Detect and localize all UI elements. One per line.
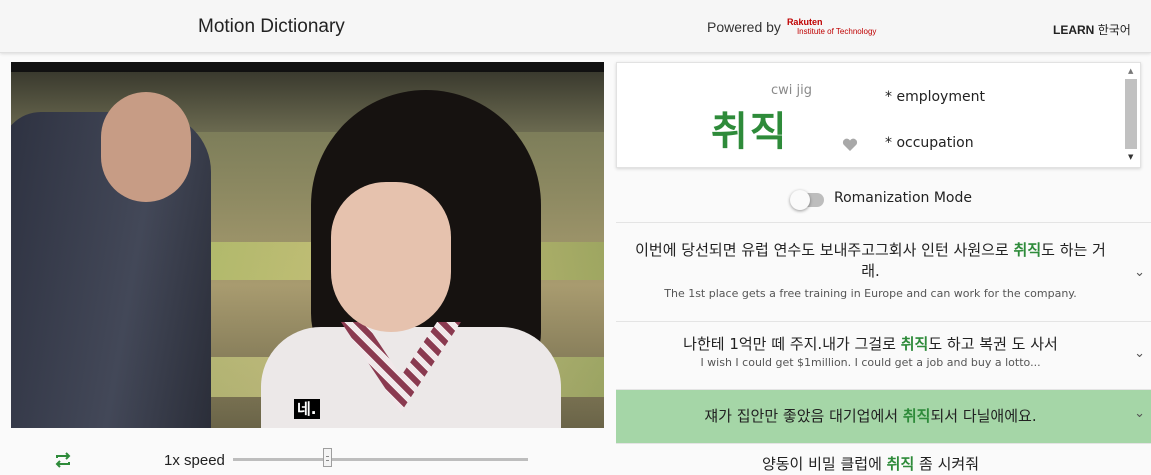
sentence-item[interactable]: 이번에 당선되면 유럽 연수도 보내주고그회사 인턴 사원으로 취직도 하는 거… <box>616 222 1151 321</box>
sentence-english: I wish I could get $1million. I could ge… <box>700 356 1041 369</box>
sentence-item[interactable]: 나한테 1억만 떼 주지.내가 그걸로 취직도 하고 복권 도 사서 I wis… <box>616 321 1151 389</box>
highlighted-word: 취직 <box>902 407 931 425</box>
app-title[interactable]: Motion Dictionary <box>198 16 345 38</box>
sentence-korean: 나한테 1억만 떼 주지.내가 그걸로 취직도 하고 복권 도 사서 <box>683 335 1058 353</box>
scroll-up-arrow-icon[interactable]: ▲ <box>1128 67 1133 75</box>
expand-chevron-icon[interactable]: ⌄ <box>1134 346 1145 361</box>
sentence-korean: 이번에 당선되면 유럽 연수도 보내주고그회사 인턴 사원으로 취직도 하는 거… <box>635 241 1106 280</box>
word-romanization: cwi jig <box>771 83 812 98</box>
card-scrollbar[interactable]: ▲ ▼ <box>1124 67 1138 165</box>
speed-label: 1x speed <box>164 452 225 469</box>
sentence-item-active[interactable]: 쟤가 집안만 좋았음 대기업에서 취직되서 다닐애에요. ⌄ <box>616 389 1151 443</box>
word-card: cwi jig 취직 * employment * occupation ▲ ▼ <box>616 62 1141 168</box>
video-player[interactable]: 네. <box>11 62 604 428</box>
toggle-knob[interactable] <box>790 190 810 210</box>
scroll-down-arrow-icon[interactable]: ▼ <box>1128 153 1133 161</box>
rakuten-logo-name: Rakuten <box>786 17 823 27</box>
powered-by-label: Powered by <box>707 19 781 35</box>
learn-language-link[interactable]: LEARN 한국어 <box>1053 21 1131 38</box>
word-hangul: 취직 <box>711 109 789 155</box>
scrollbar-thumb[interactable] <box>1125 79 1137 149</box>
sentence-item[interactable]: 양동이 비밀 클럽에 취직 좀 시켜줘 <box>616 443 1151 474</box>
expand-chevron-icon[interactable]: ⌄ <box>1134 406 1145 421</box>
highlighted-word: 취직 <box>900 335 929 353</box>
romanization-toggle-row: Romanization Mode <box>616 178 1151 222</box>
highlighted-word: 취직 <box>886 455 915 473</box>
romanization-toggle[interactable] <box>790 190 824 210</box>
highlighted-word: 취직 <box>1013 241 1042 259</box>
sentence-korean: 쟤가 집안만 좋았음 대기업에서 취직되서 다닐애에요. <box>704 407 1037 425</box>
top-bar: Motion Dictionary Powered by Rakuten Ins… <box>0 0 1151 53</box>
heart-icon[interactable] <box>842 138 858 152</box>
rakuten-logo[interactable]: Rakuten Institute of Technology <box>786 17 877 37</box>
speed-slider-thumb[interactable] <box>323 448 333 467</box>
speed-slider-track[interactable] <box>233 458 528 461</box>
expand-chevron-icon[interactable]: ⌄ <box>1134 265 1145 280</box>
repeat-icon[interactable] <box>54 452 72 468</box>
rakuten-logo-subtitle: Institute of Technology <box>796 27 877 36</box>
romanization-toggle-label: Romanization Mode <box>834 190 972 206</box>
learn-label: LEARN <box>1053 23 1095 37</box>
video-frame <box>11 72 604 428</box>
powered-by: Powered by Rakuten Institute of Technolo… <box>707 17 877 37</box>
learn-language: 한국어 <box>1097 23 1131 37</box>
definition-item: * occupation <box>885 135 974 151</box>
definition-item: * employment <box>885 89 985 105</box>
video-subtitle: 네. <box>294 399 320 419</box>
sentence-english: The 1st place gets a free training in Eu… <box>664 287 1077 300</box>
sentence-korean: 양동이 비밀 클럽에 취직 좀 시켜줘 <box>761 455 980 473</box>
